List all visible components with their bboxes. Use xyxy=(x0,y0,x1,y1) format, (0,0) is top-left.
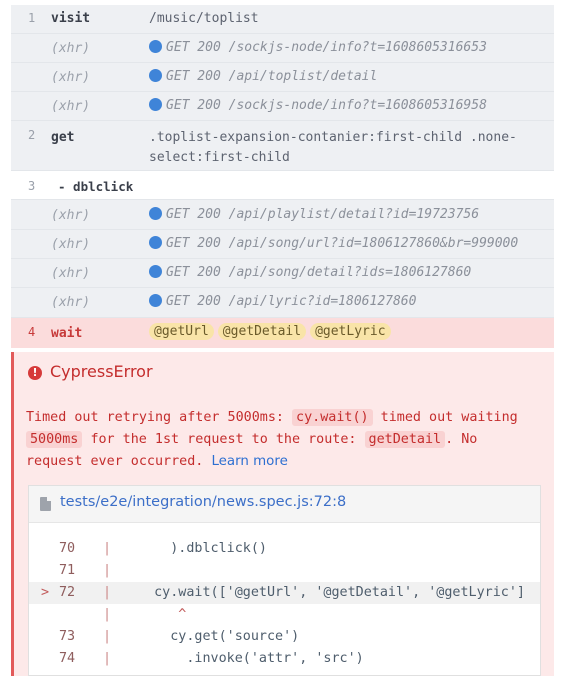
code-line: 70 | ).dblclick() xyxy=(59,541,267,556)
code-line: 73 | cy.get('source') xyxy=(59,629,300,644)
command-message-line2: select:first-child xyxy=(149,150,290,165)
command-dblclick[interactable]: 3 - dblclick xyxy=(11,171,554,200)
error-line-marker: > xyxy=(41,585,50,600)
command-wait[interactable]: 4 wait @getUrl @getDetail @getLyric xyxy=(11,318,554,348)
status-dot-icon xyxy=(149,40,162,53)
xhr-row[interactable]: (xhr) GET 200 /api/toplist/detail xyxy=(11,63,554,92)
file-icon xyxy=(40,497,51,511)
error-message: Timed out retrying after 5000ms: cy.wait… xyxy=(26,409,518,469)
xhr-message: GET 200 /sockjs-node/info?t=160860531665… xyxy=(166,40,487,55)
xhr-row[interactable]: (xhr) GET 200 /api/lyric?id=1806127860 xyxy=(11,288,554,318)
xhr-message: GET 200 /api/lyric?id=1806127860 xyxy=(166,294,417,309)
xhr-message: GET 200 /api/song/url?id=1806127860&br=9… xyxy=(166,236,519,251)
xhr-label: (xhr) xyxy=(51,41,91,56)
command-number: 1 xyxy=(28,11,36,25)
xhr-row[interactable]: (xhr) GET 200 /sockjs-node/info?t=160860… xyxy=(11,34,554,63)
command-message: /music/toplist xyxy=(149,11,259,26)
xhr-row[interactable]: (xhr) GET 200 /sockjs-node/info?t=160860… xyxy=(11,92,554,121)
code-line: | ^ xyxy=(103,607,187,622)
command-number: 4 xyxy=(28,325,36,339)
alias-badge[interactable]: @getDetail xyxy=(217,323,307,340)
xhr-message: GET 200 /api/toplist/detail xyxy=(166,69,378,84)
xhr-label: (xhr) xyxy=(51,99,91,114)
command-name: wait xyxy=(51,326,83,341)
xhr-label: (xhr) xyxy=(51,295,91,310)
status-dot-icon xyxy=(149,69,162,82)
command-name: visit xyxy=(51,11,91,26)
code-frame: tests/e2e/integration/news.spec.js:72:8 … xyxy=(28,485,541,676)
code-line-highlighted: > 72 | cy.wait(['@getUrl', '@getDetail', … xyxy=(29,582,540,604)
xhr-label: (xhr) xyxy=(51,266,91,281)
xhr-message: GET 200 /sockjs-node/info?t=160860531695… xyxy=(166,98,487,113)
code-line: 71 | xyxy=(59,563,112,578)
status-dot-icon xyxy=(149,98,162,111)
alias-badge[interactable]: @getUrl xyxy=(149,323,214,340)
status-dot-icon xyxy=(149,236,162,249)
xhr-label: (xhr) xyxy=(51,237,91,252)
status-dot-icon xyxy=(149,207,162,220)
command-visit[interactable]: 1 visit /music/toplist xyxy=(11,5,554,34)
status-dot-icon xyxy=(149,294,162,307)
command-name: get xyxy=(51,130,75,145)
error-code: getDetail xyxy=(364,431,446,448)
error-panel: ! CypressError Timed out retrying after 5… xyxy=(11,352,554,676)
alias-list: @getUrl @getDetail @getLyric xyxy=(149,323,546,340)
command-get[interactable]: 2 get .toplist-expansion-contanier:first… xyxy=(11,121,554,171)
xhr-label: (xhr) xyxy=(51,70,91,85)
error-icon: ! xyxy=(28,366,42,380)
file-link[interactable]: tests/e2e/integration/news.spec.js:72:8 xyxy=(60,494,346,510)
command-message-line1: .toplist-expansion-contanier:first-child… xyxy=(149,130,517,145)
status-dot-icon xyxy=(149,265,162,278)
alias-badge[interactable]: @getLyric xyxy=(310,323,391,340)
xhr-row[interactable]: (xhr) GET 200 /api/song/url?id=180612786… xyxy=(11,230,554,259)
error-code: 5000ms xyxy=(26,431,83,448)
error-title: CypressError xyxy=(50,362,153,381)
learn-more-link[interactable]: Learn more xyxy=(211,454,287,469)
xhr-message: GET 200 /api/song/detail?ids=1806127860 xyxy=(166,265,472,280)
error-code: cy.wait() xyxy=(292,409,373,426)
xhr-row[interactable]: (xhr) GET 200 /api/song/detail?ids=18061… xyxy=(11,259,554,288)
command-number: 2 xyxy=(28,128,36,142)
xhr-message: GET 200 /api/playlist/detail?id=19723756 xyxy=(166,207,480,222)
xhr-row[interactable]: (xhr) GET 200 /api/playlist/detail?id=19… xyxy=(11,200,554,230)
code-line: 74 | .invoke('attr', 'src') xyxy=(59,651,364,666)
command-name: - dblclick xyxy=(58,179,134,194)
code-frame-header: tests/e2e/integration/news.spec.js:72:8 xyxy=(29,486,540,523)
error-header: ! CypressError xyxy=(28,362,153,381)
xhr-label: (xhr) xyxy=(51,208,91,223)
command-number: 3 xyxy=(28,179,36,193)
